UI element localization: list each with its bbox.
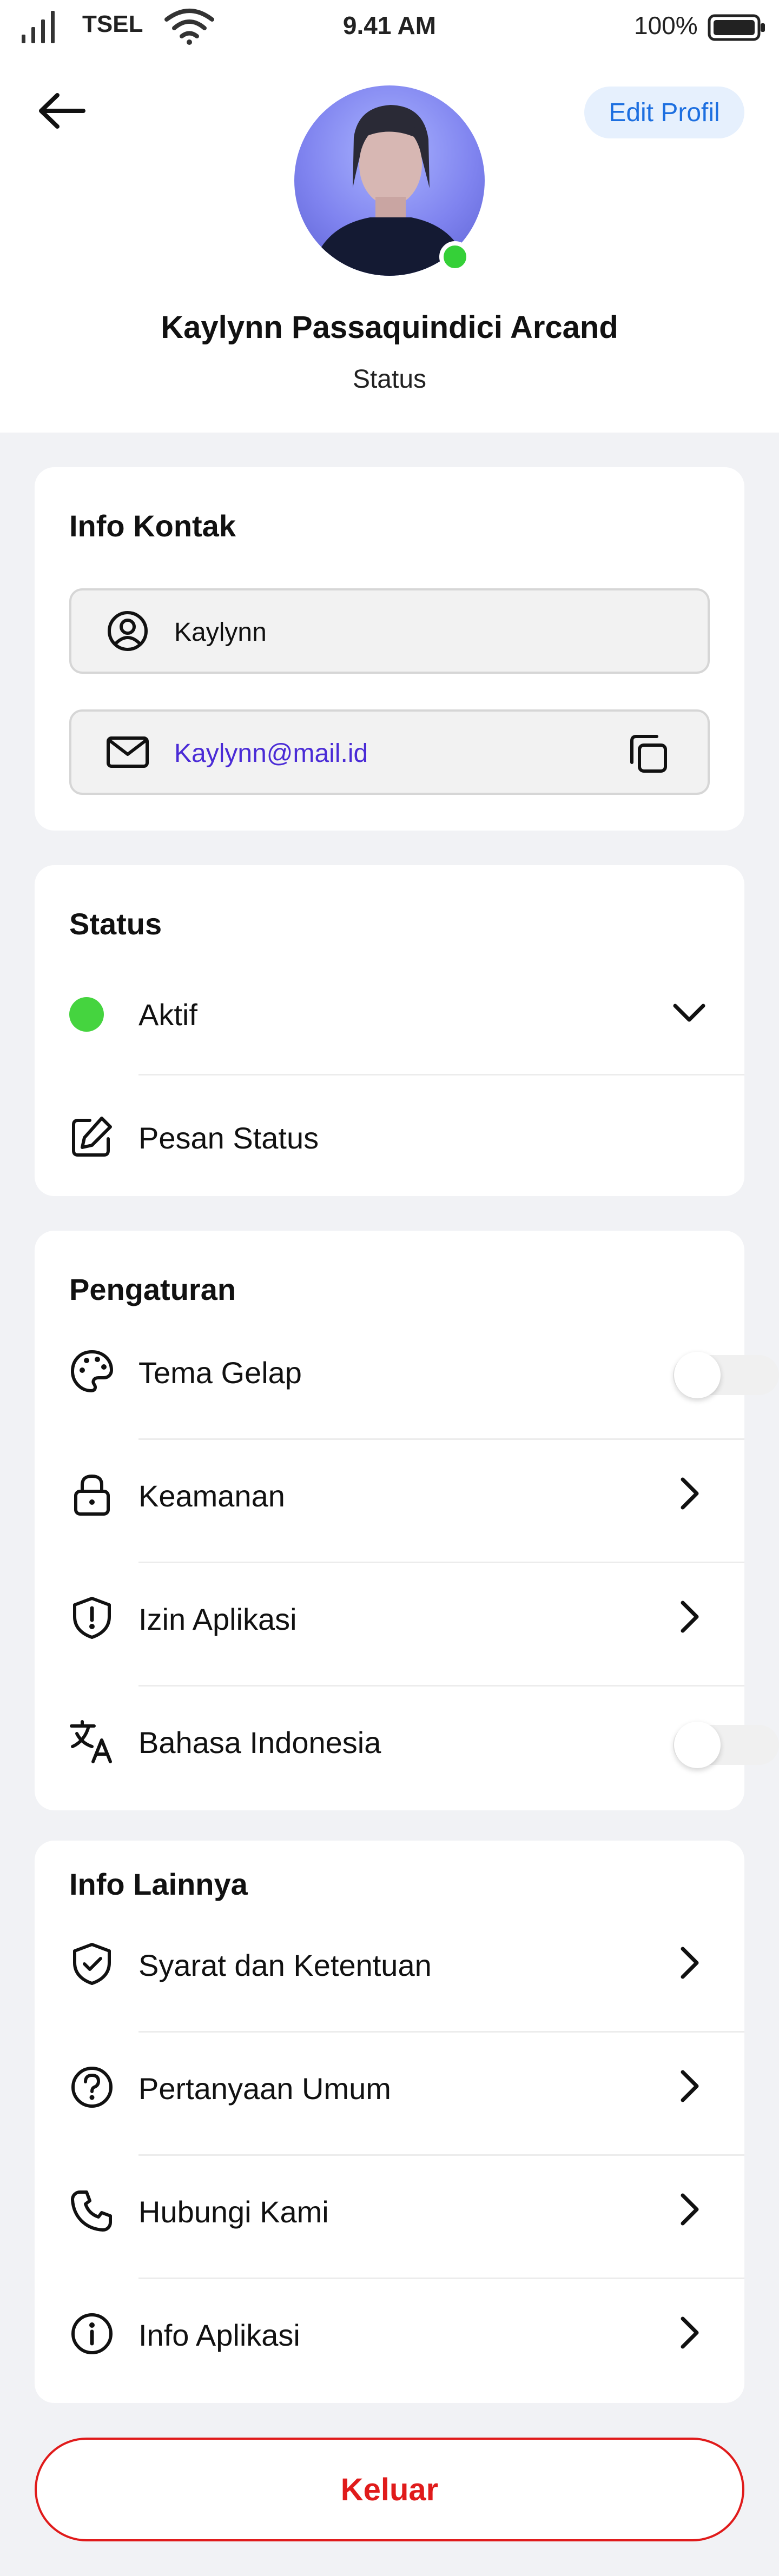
status-current-label: Aktif [138,998,197,1032]
other-item-label: Syarat dan Ketentuan [138,1948,432,1982]
user-circle-icon [108,611,148,651]
other-item-faq[interactable]: Pertanyaan Umum [69,2032,744,2140]
dark-theme-toggle[interactable] [673,1352,779,1398]
status-dropdown[interactable]: Aktif [69,958,744,1066]
lock-icon [74,1474,110,1516]
back-button[interactable] [32,87,92,135]
settings-item-label: Izin Aplikasi [138,1602,297,1636]
email-field[interactable]: Kaylynn@mail.id [69,709,710,795]
status-card-title: Status [69,907,162,941]
settings-item-label: Bahasa Indonesia [138,1725,381,1760]
other-item-label: Pertanyaan Umum [138,2072,391,2106]
contact-card: Info Kontak Kaylynn Kaylynn@mail.id [35,467,744,831]
copy-icon[interactable] [626,732,670,775]
settings-item-label: Tema Gelap [138,1356,302,1390]
help-circle-icon [71,2067,113,2108]
contact-card-title: Info Kontak [69,509,236,543]
translate-icon [70,1720,112,1763]
email-value[interactable]: Kaylynn@mail.id [174,739,368,768]
toggle-knob [674,1722,721,1768]
battery-icon [708,14,767,41]
battery-percent: 100% [634,11,698,39]
online-indicator [439,241,471,273]
other-info-card: Info Lainnya Syarat dan Ketentuan Pertan… [35,1841,744,2403]
other-item-label: Info Aplikasi [138,2318,300,2352]
chevron-right-icon [681,1947,699,1979]
divider [138,1074,744,1075]
profile-status: Status [352,365,427,394]
mail-icon [107,736,149,768]
profile-header: TSEL 9.41 AM 100% Edit Profil Kaylynn Pa… [0,0,779,433]
edit-profile-button[interactable]: Edit Profil [584,87,744,138]
other-info-card-title: Info Lainnya [69,1867,248,1901]
edit-icon [72,1117,112,1157]
status-active-dot [69,997,104,1032]
username-field[interactable]: Kaylynn [69,588,710,674]
settings-card-title: Pengaturan [69,1272,236,1306]
other-item-label: Hubungi Kami [138,2195,329,2229]
other-item-app-info[interactable]: Info Aplikasi [69,2279,744,2387]
settings-item-language[interactable]: Bahasa Indonesia [69,1686,779,1794]
status-card: Status Aktif Pesan Status [35,865,744,1196]
settings-card: Pengaturan Tema Gelap Keamanan Izin Apli… [35,1231,779,1810]
chevron-right-icon [681,2316,699,2349]
chevron-right-icon [681,1477,699,1510]
shield-alert-icon [73,1597,111,1639]
chevron-right-icon [681,2193,699,2226]
phone-icon [71,2190,112,2232]
palette-icon [71,1350,113,1392]
status-message-row[interactable]: Pesan Status [69,1081,744,1190]
arrow-left-icon [39,93,85,129]
other-item-terms[interactable]: Syarat dan Ketentuan [69,1909,744,2017]
chevron-down-icon [673,1004,705,1022]
status-message-label: Pesan Status [138,1121,319,1155]
chevron-right-icon [681,2070,699,2102]
toggle-knob [674,1352,721,1398]
settings-item-dark-theme[interactable]: Tema Gelap [69,1316,779,1424]
settings-item-label: Keamanan [138,1479,285,1513]
logout-button[interactable]: Keluar [35,2438,744,2541]
username-value: Kaylynn [174,618,267,647]
profile-name: Kaylynn Passaquindici Arcand [161,310,618,345]
status-bar: TSEL 9.41 AM 100% [0,0,779,54]
info-icon [71,2313,113,2354]
shield-check-icon [73,1943,111,1985]
settings-item-app-permissions[interactable]: Izin Aplikasi [69,1563,744,1671]
other-item-contact-us[interactable]: Hubungi Kami [69,2155,744,2263]
chevron-right-icon [681,1601,699,1633]
language-toggle[interactable] [673,1722,779,1768]
settings-item-security[interactable]: Keamanan [69,1439,744,1548]
